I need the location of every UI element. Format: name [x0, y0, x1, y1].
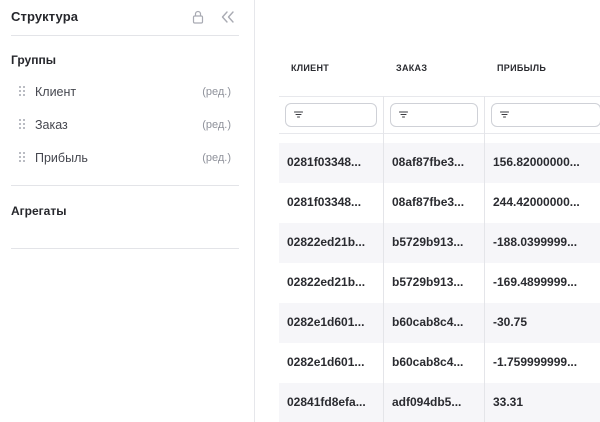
- drag-handle-icon[interactable]: [19, 152, 27, 164]
- group-label: Прибыль: [35, 151, 88, 165]
- table-row[interactable]: 02822ed21b... b5729b913... -169.4899999.…: [279, 263, 600, 303]
- cell-order: 08af87fbe3...: [392, 195, 465, 209]
- cell-client: 02822ed21b...: [287, 275, 366, 289]
- group-label: Заказ: [35, 118, 68, 132]
- cell-order: adf094db5...: [392, 395, 462, 409]
- cell-order: b5729b913...: [392, 235, 464, 249]
- drag-handle-icon[interactable]: [19, 86, 27, 98]
- cell-profit: 33.31: [493, 395, 524, 409]
- data-grid: КЛИЕНТ ЗАКАЗ ПРИБЫЛЬ 0281f03348... 08af8…: [279, 0, 600, 422]
- table-row[interactable]: 0281f03348... 08af87fbe3... 156.82000000…: [279, 143, 600, 183]
- table-row[interactable]: 02841fd8efa... adf094db5... 33.31: [279, 383, 600, 422]
- cell-profit: -30.75: [493, 315, 528, 329]
- filter-icon: [500, 111, 509, 118]
- cell-profit: -1.759999999...: [493, 355, 578, 369]
- section-divider: [11, 248, 239, 249]
- group-edit-link[interactable]: (ред.): [202, 119, 231, 131]
- lock-icon[interactable]: [189, 8, 207, 26]
- cell-client: 02841fd8efa...: [287, 395, 366, 409]
- column-separator[interactable]: [484, 96, 485, 422]
- section-divider: [11, 185, 239, 186]
- column-header-profit[interactable]: ПРИБЫЛЬ: [497, 63, 546, 73]
- double-chevron-left-icon[interactable]: [218, 8, 238, 26]
- column-separator[interactable]: [383, 96, 384, 422]
- group-item-client[interactable]: Клиент (ред.): [11, 82, 239, 104]
- structure-sidebar: Структура Группы Клиент (ред.) Заказ (ре…: [0, 0, 255, 422]
- groups-section-title: Группы: [11, 53, 56, 67]
- group-item-order[interactable]: Заказ (ред.): [11, 115, 239, 137]
- cell-client: 0281f03348...: [287, 155, 362, 169]
- filter-row: [279, 96, 600, 134]
- group-label: Клиент: [35, 85, 77, 99]
- group-edit-link[interactable]: (ред.): [202, 86, 231, 98]
- cell-profit: -188.0399999...: [493, 235, 578, 249]
- table-row[interactable]: 0282e1d601... b60cab8c4... -1.759999999.…: [279, 343, 600, 383]
- filter-icon: [294, 111, 303, 118]
- filter-icon: [399, 111, 408, 118]
- cell-order: b60cab8c4...: [392, 355, 464, 369]
- cell-client: 0282e1d601...: [287, 355, 365, 369]
- column-header-order[interactable]: ЗАКАЗ: [396, 63, 427, 73]
- cell-client: 02822ed21b...: [287, 235, 366, 249]
- order-filter-input[interactable]: [390, 103, 478, 127]
- drag-handle-icon[interactable]: [19, 119, 27, 131]
- table-row[interactable]: 0282e1d601... b60cab8c4... -30.75: [279, 303, 600, 343]
- cell-profit: 156.82000000...: [493, 155, 580, 169]
- cell-client: 0282e1d601...: [287, 315, 365, 329]
- profit-filter-input[interactable]: [491, 103, 600, 127]
- sidebar-header: Структура: [11, 0, 239, 36]
- cell-order: b60cab8c4...: [392, 315, 464, 329]
- column-header-client[interactable]: КЛИЕНТ: [291, 63, 329, 73]
- sidebar-title: Структура: [11, 9, 79, 24]
- cell-order: b5729b913...: [392, 275, 464, 289]
- cell-order: 08af87fbe3...: [392, 155, 465, 169]
- cell-profit: 244.42000000...: [493, 195, 580, 209]
- cell-profit: -169.4899999...: [493, 275, 578, 289]
- client-filter-input[interactable]: [285, 103, 377, 127]
- cell-client: 0281f03348...: [287, 195, 362, 209]
- group-edit-link[interactable]: (ред.): [202, 152, 231, 164]
- table-row[interactable]: 0281f03348... 08af87fbe3... 244.42000000…: [279, 183, 600, 223]
- table-row[interactable]: 02822ed21b... b5729b913... -188.0399999.…: [279, 223, 600, 263]
- group-item-profit[interactable]: Прибыль (ред.): [11, 148, 239, 170]
- aggregates-section-title: Агрегаты: [11, 204, 67, 218]
